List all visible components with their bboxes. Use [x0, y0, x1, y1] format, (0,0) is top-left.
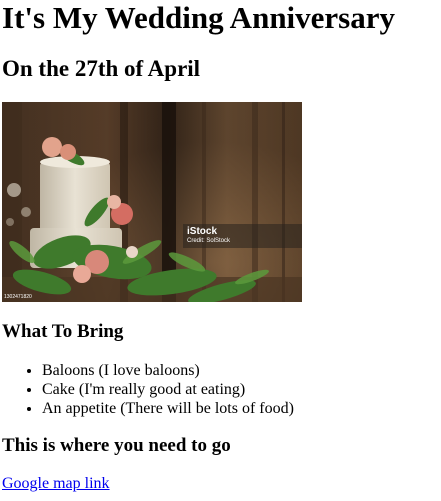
what-to-bring-heading: What To Bring: [2, 321, 124, 342]
wedding-cake-photo: iStock Credit: SolStock 1302471820: [2, 102, 302, 302]
list-item: An appetite (There will be lots of food): [42, 399, 294, 418]
list-item: Baloons (I love baloons): [42, 361, 294, 380]
photo-id: 1302471820: [4, 294, 32, 300]
istock-logo: iStock: [187, 226, 218, 237]
page: It's My Wedding Anniversary On the 27th …: [0, 0, 441, 492]
photo-credit: Credit: SolStock: [187, 238, 231, 244]
bring-list: Baloons (I love baloons) Cake (I'm reall…: [2, 361, 294, 418]
list-item: Cake (I'm really good at eating): [42, 380, 294, 399]
page-title: It's My Wedding Anniversary: [2, 0, 396, 35]
page-subtitle: On the 27th of April: [2, 56, 201, 81]
location-heading: This is where you need to go: [2, 435, 231, 456]
istock-watermark: iStock Credit: SolStock: [183, 224, 302, 248]
google-map-link[interactable]: Google map link: [2, 474, 110, 493]
